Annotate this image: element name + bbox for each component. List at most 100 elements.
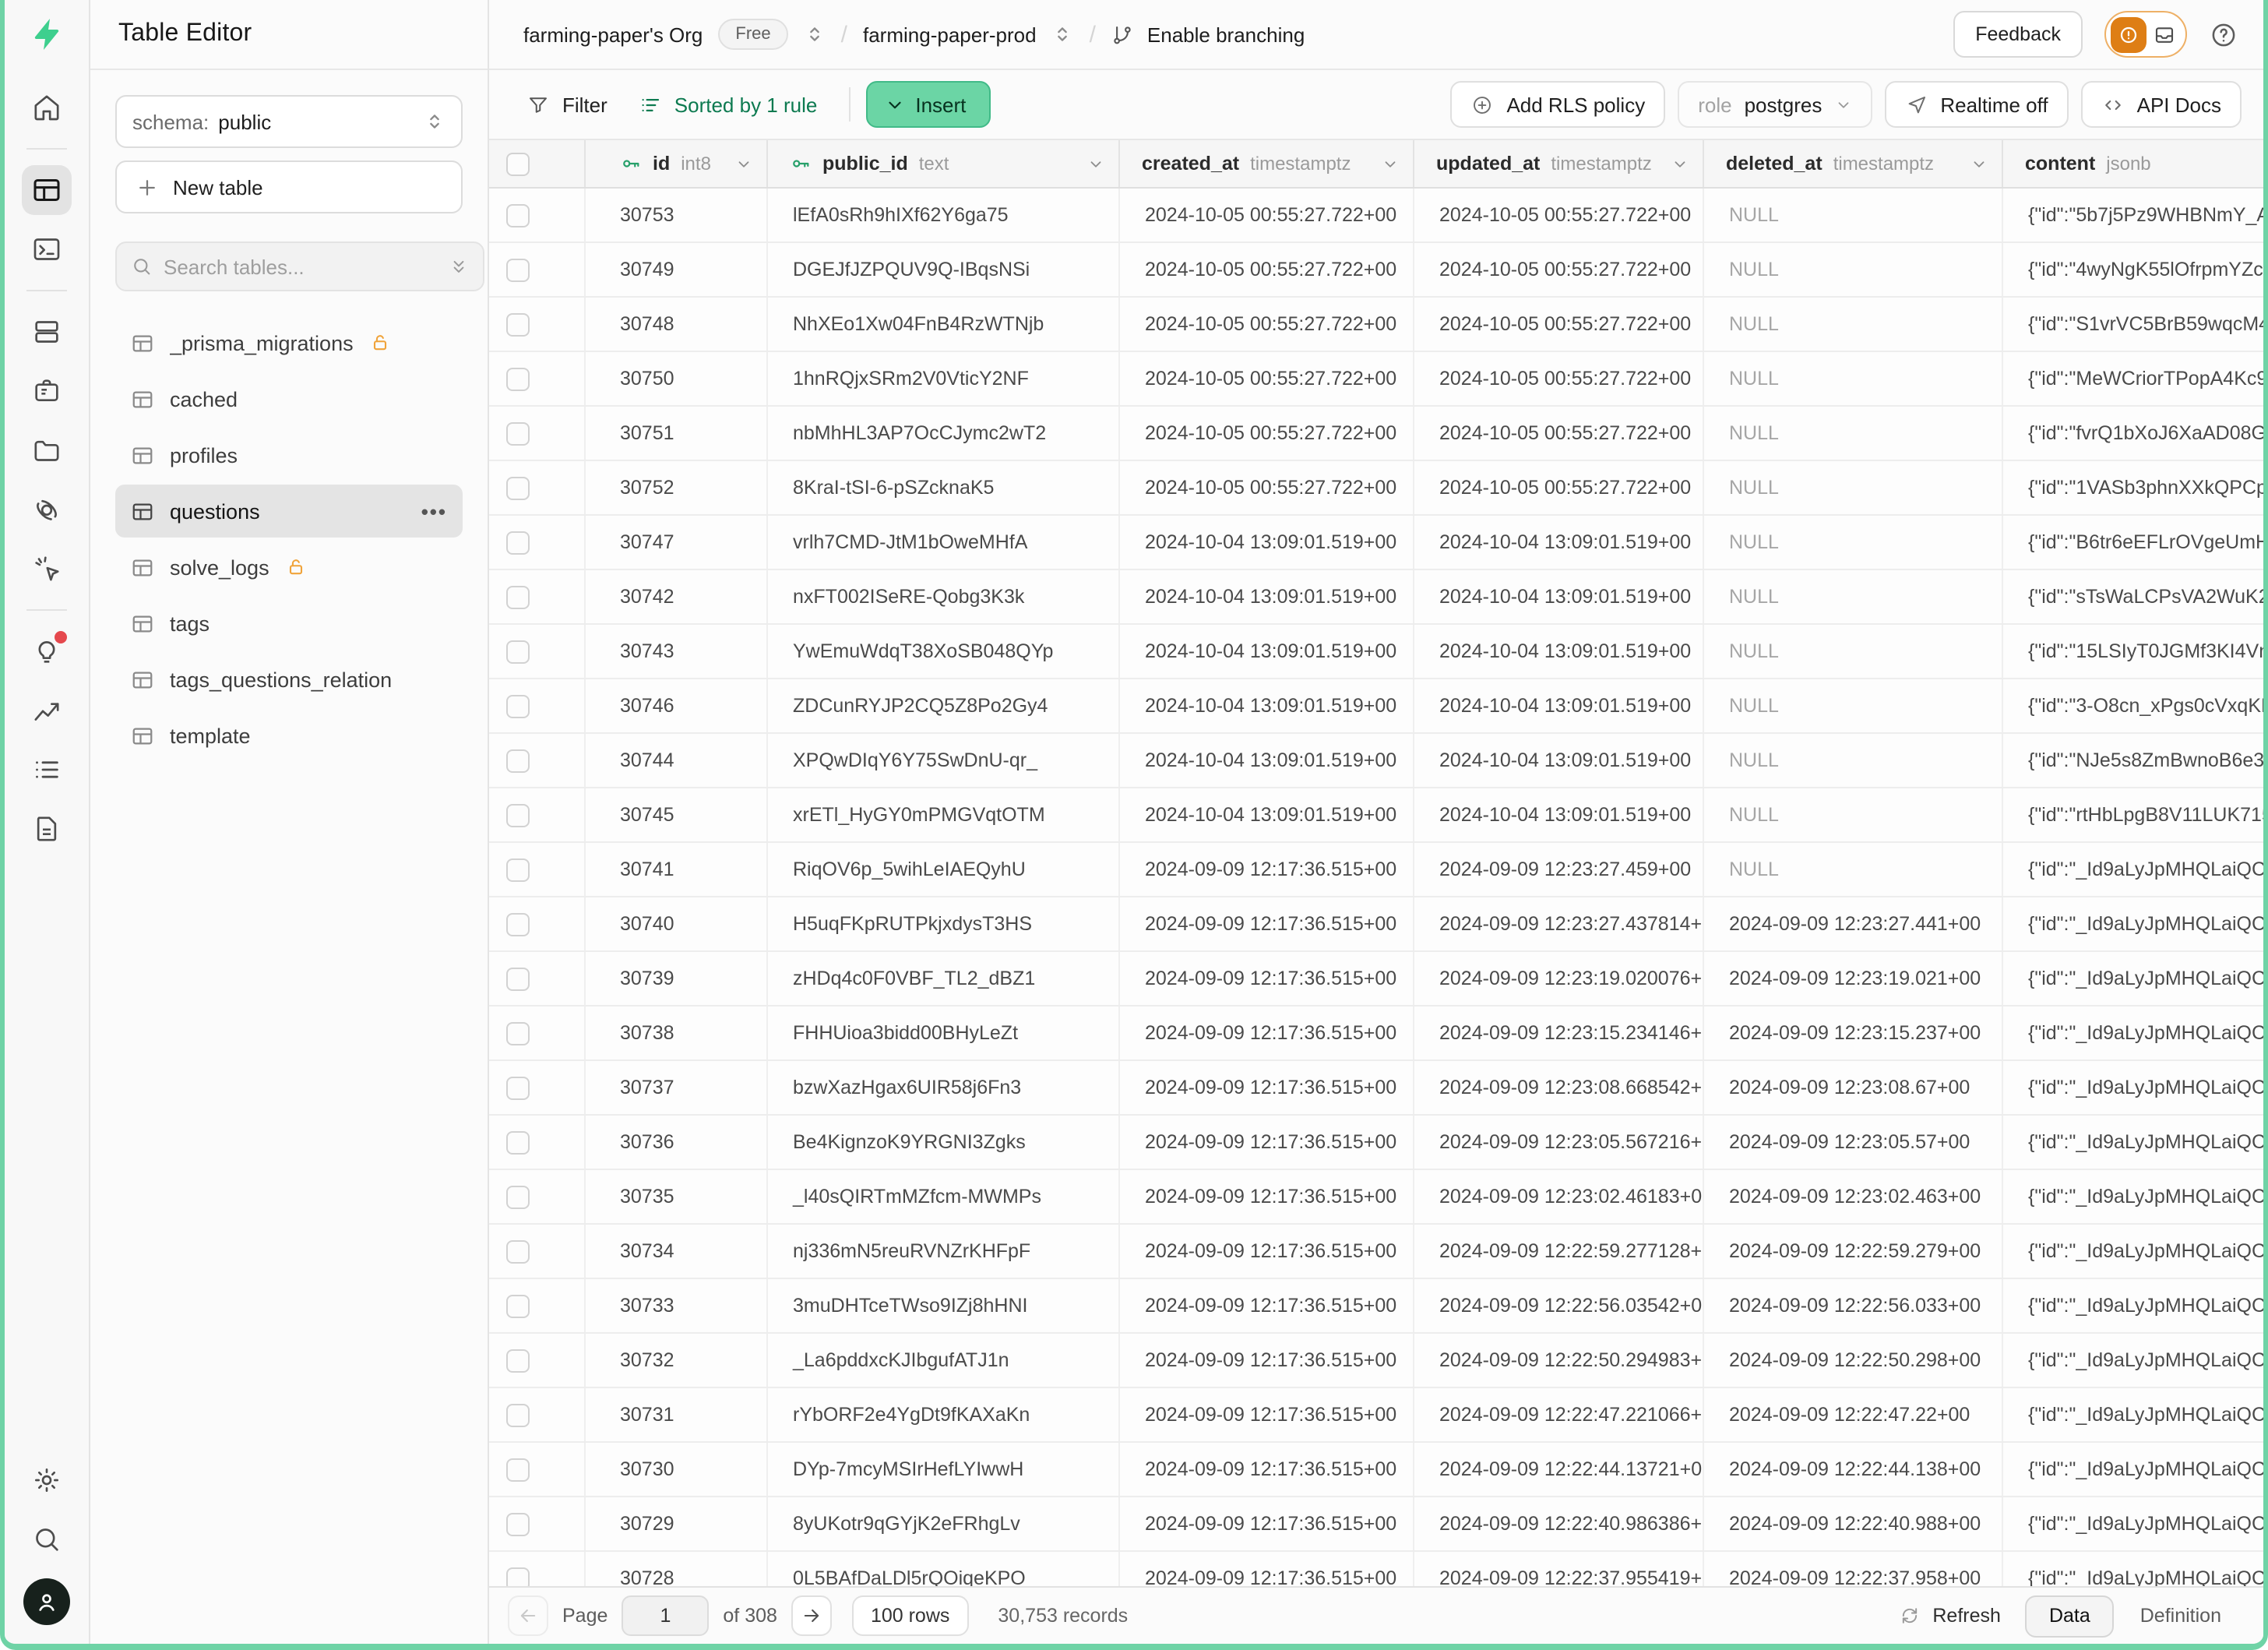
cell-updated_at[interactable]: 2024-09-09 12:23:27.459+00 bbox=[1414, 843, 1704, 896]
nav-home-icon[interactable] bbox=[22, 83, 72, 132]
cell-content[interactable]: {"id":"_Id9aLyJpMHQLaiQC bbox=[2003, 1552, 2263, 1586]
row-checkbox[interactable] bbox=[506, 749, 530, 772]
row-checkbox[interactable] bbox=[506, 1185, 530, 1208]
cell-updated_at[interactable]: 2024-09-09 12:23:15.234146+00 bbox=[1414, 1007, 1704, 1059]
cell-updated_at[interactable]: 2024-10-04 13:09:01.519+00 bbox=[1414, 788, 1704, 841]
cell-id[interactable]: 30742 bbox=[586, 570, 768, 623]
cell-public_id[interactable]: nxFT002ISeRE-Qobg3K3k bbox=[768, 570, 1120, 623]
cell-content[interactable]: {"id":"1VASb3phnXXkQPCpv bbox=[2003, 461, 2263, 514]
nav-settings-icon[interactable] bbox=[22, 1455, 72, 1505]
cell-content[interactable]: {"id":"MeWCriorTPopA4Kc9 bbox=[2003, 352, 2263, 405]
schema-select[interactable]: schema: public bbox=[115, 95, 463, 148]
cell-created_at[interactable]: 2024-10-04 13:09:01.519+00 bbox=[1120, 788, 1414, 841]
cell-content[interactable]: {"id":"_Id9aLyJpMHQLaiQC bbox=[2003, 1007, 2263, 1059]
next-page-button[interactable] bbox=[791, 1595, 832, 1636]
cell-updated_at[interactable]: 2024-09-09 12:23:08.668542+00 bbox=[1414, 1061, 1704, 1114]
cell-deleted_at[interactable]: 2024-09-09 12:23:15.237+00 bbox=[1704, 1007, 2003, 1059]
cell-id[interactable]: 30740 bbox=[586, 897, 768, 950]
cell-id[interactable]: 30752 bbox=[586, 461, 768, 514]
cell-deleted_at[interactable]: NULL bbox=[1704, 352, 2003, 405]
cell-id[interactable]: 30749 bbox=[586, 243, 768, 296]
cell-deleted_at[interactable]: NULL bbox=[1704, 298, 2003, 351]
cell-id[interactable]: 30734 bbox=[586, 1225, 768, 1278]
sidebar-table-solve_logs[interactable]: solve_logs bbox=[115, 541, 463, 594]
cell-created_at[interactable]: 2024-09-09 12:17:36.515+00 bbox=[1120, 1279, 1414, 1332]
cell-deleted_at[interactable]: NULL bbox=[1704, 788, 2003, 841]
cell-deleted_at[interactable]: 2024-09-09 12:23:02.463+00 bbox=[1704, 1170, 2003, 1223]
select-all-checkbox[interactable] bbox=[506, 152, 530, 175]
cell-content[interactable]: {"id":"_Id9aLyJpMHQLaiQC bbox=[2003, 952, 2263, 1005]
cell-public_id[interactable]: 1hnRQjxSRm2V0VticY2NF bbox=[768, 352, 1120, 405]
cell-id[interactable]: 30750 bbox=[586, 352, 768, 405]
nav-edge-functions-icon[interactable] bbox=[22, 485, 72, 534]
row-checkbox[interactable] bbox=[506, 858, 530, 881]
nav-reports-icon[interactable] bbox=[22, 686, 72, 735]
cell-content[interactable]: {"id":"_Id9aLyJpMHQLaiQC bbox=[2003, 843, 2263, 896]
cell-created_at[interactable]: 2024-09-09 12:17:36.515+00 bbox=[1120, 897, 1414, 950]
feedback-button[interactable]: Feedback bbox=[1953, 11, 2083, 58]
row-checkbox[interactable] bbox=[506, 203, 530, 227]
cell-deleted_at[interactable]: NULL bbox=[1704, 625, 2003, 678]
cell-content[interactable]: {"id":"_Id9aLyJpMHQLaiQC bbox=[2003, 1497, 2263, 1550]
cell-updated_at[interactable]: 2024-10-05 00:55:27.722+00 bbox=[1414, 407, 1704, 460]
nav-logs-icon[interactable] bbox=[22, 745, 72, 795]
prev-page-button[interactable] bbox=[508, 1595, 548, 1636]
cell-updated_at[interactable]: 2024-10-04 13:09:01.519+00 bbox=[1414, 625, 1704, 678]
cell-created_at[interactable]: 2024-09-09 12:17:36.515+00 bbox=[1120, 1388, 1414, 1441]
nav-search-icon[interactable] bbox=[22, 1514, 72, 1564]
cell-deleted_at[interactable]: 2024-09-09 12:23:08.67+00 bbox=[1704, 1061, 2003, 1114]
cell-deleted_at[interactable]: NULL bbox=[1704, 570, 2003, 623]
cell-updated_at[interactable]: 2024-10-04 13:09:01.519+00 bbox=[1414, 734, 1704, 787]
cell-created_at[interactable]: 2024-10-05 00:55:27.722+00 bbox=[1120, 461, 1414, 514]
cell-deleted_at[interactable]: NULL bbox=[1704, 843, 2003, 896]
cell-id[interactable]: 30746 bbox=[586, 679, 768, 732]
column-header-id[interactable]: idint8 bbox=[586, 140, 768, 187]
cell-id[interactable]: 30739 bbox=[586, 952, 768, 1005]
cell-public_id[interactable]: Be4KignzoK9YRGNI3Zgks bbox=[768, 1116, 1120, 1169]
cell-updated_at[interactable]: 2024-09-09 12:23:05.567216+00 bbox=[1414, 1116, 1704, 1169]
cell-created_at[interactable]: 2024-09-09 12:17:36.515+00 bbox=[1120, 1116, 1414, 1169]
refresh-button[interactable]: Refresh bbox=[1898, 1605, 2001, 1627]
row-checkbox[interactable] bbox=[506, 1239, 530, 1263]
cell-created_at[interactable]: 2024-10-04 13:09:01.519+00 bbox=[1120, 570, 1414, 623]
cell-content[interactable]: {"id":"_Id9aLyJpMHQLaiQC bbox=[2003, 1170, 2263, 1223]
cell-deleted_at[interactable]: NULL bbox=[1704, 243, 2003, 296]
rows-per-page-button[interactable]: 100 rows bbox=[852, 1595, 968, 1636]
cell-updated_at[interactable]: 2024-10-04 13:09:01.519+00 bbox=[1414, 679, 1704, 732]
cell-id[interactable]: 30737 bbox=[586, 1061, 768, 1114]
cell-content[interactable]: {"id":"_Id9aLyJpMHQLaiQC bbox=[2003, 1388, 2263, 1441]
cell-content[interactable]: {"id":"S1vrVC5BrB59wqcM4 bbox=[2003, 298, 2263, 351]
cell-public_id[interactable]: H5uqFKpRUTPkjxdysT3HS bbox=[768, 897, 1120, 950]
cell-content[interactable]: {"id":"_Id9aLyJpMHQLaiQC bbox=[2003, 1061, 2263, 1114]
row-checkbox[interactable] bbox=[506, 1403, 530, 1426]
cell-content[interactable]: {"id":"_Id9aLyJpMHQLaiQC bbox=[2003, 1116, 2263, 1169]
sidebar-table-tags_questions_relation[interactable]: tags_questions_relation bbox=[115, 653, 463, 706]
cell-id[interactable]: 30744 bbox=[586, 734, 768, 787]
cell-deleted_at[interactable]: NULL bbox=[1704, 407, 2003, 460]
org-switcher-icon[interactable] bbox=[804, 23, 826, 45]
new-table-button[interactable]: New table bbox=[115, 160, 463, 213]
cell-public_id[interactable]: rYbORF2e4YgDt9fKAXaKn bbox=[768, 1388, 1120, 1441]
cell-id[interactable]: 30736 bbox=[586, 1116, 768, 1169]
nav-realtime-icon[interactable] bbox=[22, 544, 72, 594]
cell-created_at[interactable]: 2024-09-09 12:17:36.515+00 bbox=[1120, 952, 1414, 1005]
cell-id[interactable]: 30735 bbox=[586, 1170, 768, 1223]
row-checkbox[interactable] bbox=[506, 312, 530, 336]
cell-public_id[interactable]: 8yUKotr9qGYjK2eFRhgLv bbox=[768, 1497, 1120, 1550]
cell-content[interactable]: {"id":"_Id9aLyJpMHQLaiQC bbox=[2003, 1334, 2263, 1387]
cell-id[interactable]: 30731 bbox=[586, 1388, 768, 1441]
cell-deleted_at[interactable]: 2024-09-09 12:23:19.021+00 bbox=[1704, 952, 2003, 1005]
cell-created_at[interactable]: 2024-10-04 13:09:01.519+00 bbox=[1120, 734, 1414, 787]
account-avatar[interactable] bbox=[23, 1578, 70, 1625]
cell-public_id[interactable]: nbMhHL3AP7OcCJymc2wT2 bbox=[768, 407, 1120, 460]
cell-public_id[interactable]: vrlh7CMD-JtM1bOweMHfA bbox=[768, 516, 1120, 569]
cell-created_at[interactable]: 2024-09-09 12:17:36.515+00 bbox=[1120, 843, 1414, 896]
cell-content[interactable]: {"id":"NJe5s8ZmBwnoB6e3s bbox=[2003, 734, 2263, 787]
cell-deleted_at[interactable]: NULL bbox=[1704, 461, 2003, 514]
project-switcher-icon[interactable] bbox=[1052, 23, 1074, 45]
cell-public_id[interactable]: 3muDHTceTWso9IZj8hHNI bbox=[768, 1279, 1120, 1332]
cell-updated_at[interactable]: 2024-10-05 00:55:27.722+00 bbox=[1414, 461, 1704, 514]
cell-created_at[interactable]: 2024-10-04 13:09:01.519+00 bbox=[1120, 625, 1414, 678]
cell-created_at[interactable]: 2024-09-09 12:17:36.515+00 bbox=[1120, 1443, 1414, 1496]
row-checkbox[interactable] bbox=[506, 367, 530, 390]
